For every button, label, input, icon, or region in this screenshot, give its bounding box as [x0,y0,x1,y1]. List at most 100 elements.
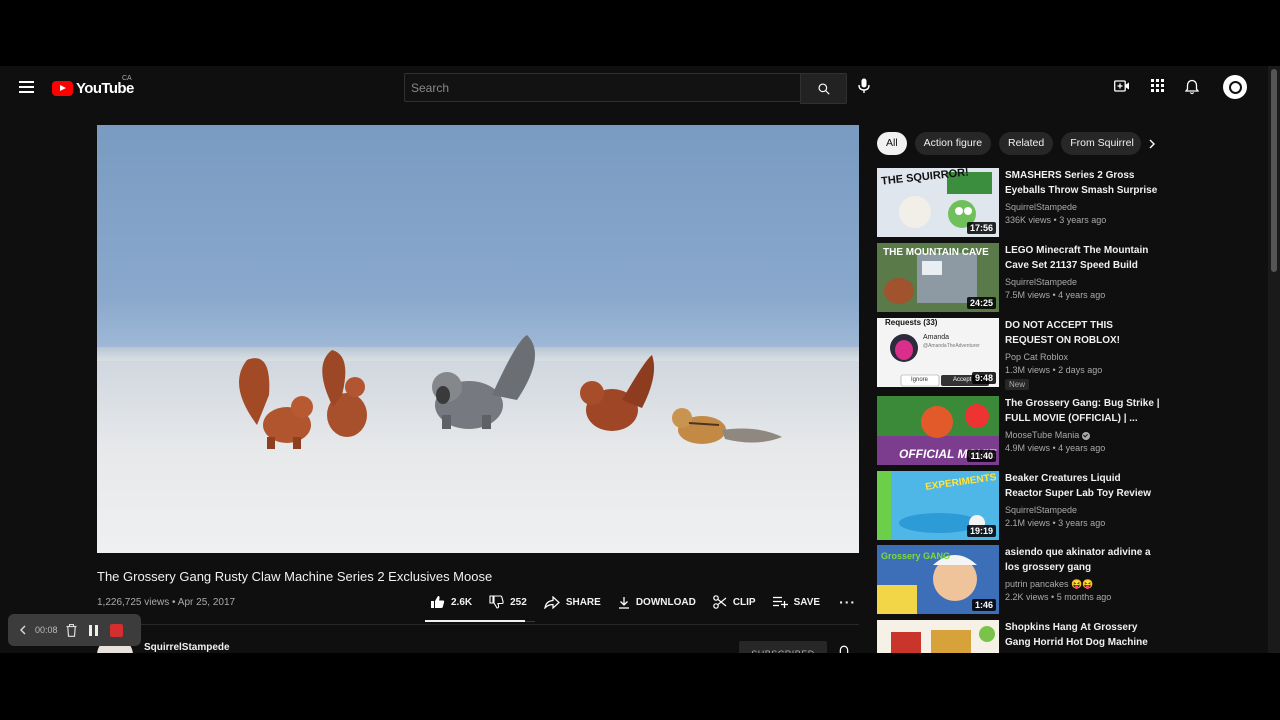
recording-time: 00:08 [35,625,58,635]
create-button[interactable] [1114,79,1130,98]
video-thumbnail[interactable] [877,620,999,653]
thumbnail-art [877,620,999,653]
thumbs-down-icon [489,595,504,609]
rec-channel[interactable]: SquirrelStampede [1005,202,1077,212]
video-thumbnail[interactable]: EXPERIMENTS 19:19 [877,471,999,540]
thumbnail-text: THE MOUNTAIN CAVE [883,247,989,258]
youtube-logo[interactable]: YouTube CA [52,75,134,98]
like-button[interactable]: 2.6K [430,595,472,609]
search-icon [817,82,830,95]
trash-icon[interactable] [66,623,77,637]
rec-views: 2.2K views [1005,592,1049,602]
chevron-left-icon[interactable] [20,625,26,635]
rec-age: 4 years ago [1058,443,1106,453]
page-scrollbar[interactable] [1268,66,1280,653]
sentiment-bar [425,620,535,622]
voice-search-button[interactable] [858,78,870,99]
rec-views: 7.5M views [1005,290,1051,300]
video-actions: 2.6K 252 SHARE DOWNLOAD CLIP SAVE ··· [430,594,856,610]
share-button[interactable]: SHARE [544,595,601,609]
divider [97,624,859,625]
pause-icon[interactable] [88,624,98,636]
video-meta: 1,226,725 views • Apr 25, 2017 [97,597,236,608]
youtube-app: YouTube CA Search The Grossery Gang Rust… [0,66,1280,653]
video-duration: 1:46 [971,599,996,611]
rec-stats: 336K views • 3 years ago [1005,215,1107,225]
screen-recorder-toolbar: 00:08 [8,614,141,646]
rec-views: 1.3M views [1005,365,1051,375]
bell-icon [1184,79,1200,95]
clip-button[interactable]: CLIP [713,595,756,609]
download-button[interactable]: DOWNLOAD [618,596,696,609]
rec-age: 3 years ago [1058,518,1106,528]
download-label: DOWNLOAD [635,596,696,608]
video-thumbnail[interactable]: Grossery GANG 1:46 [877,545,999,614]
dislike-button[interactable]: 252 [489,595,527,609]
account-avatar[interactable] [1223,75,1247,99]
rec-channel[interactable]: SquirrelStampede [1005,505,1077,515]
video-duration: 9:48 [971,372,996,384]
dislike-count: 252 [510,596,527,608]
save-button[interactable]: SAVE [772,596,820,608]
chip-action-figure[interactable]: Action figure [914,132,992,155]
rec-item[interactable]: EXPERIMENTS 19:19 Beaker Creatures Liqui… [877,471,1167,541]
rec-title[interactable]: SMASHERS Series 2 Gross Eyeballs Throw S… [1005,168,1160,198]
youtube-play-icon [52,80,73,96]
menu-icon[interactable] [19,81,34,93]
rec-title[interactable]: Beaker Creatures Liquid Reactor Super La… [1005,471,1160,501]
rec-title[interactable]: LEGO Minecraft The Mountain Cave Set 211… [1005,243,1160,273]
video-thumbnail[interactable]: OFFICIAL MOVIE 11:40 [877,396,999,465]
video-thumbnail[interactable]: Requests (33) Amanda @AmandaTheAdventure… [877,318,999,387]
search-button[interactable] [800,73,847,104]
chip-from-squirrel[interactable]: From Squirrel [1061,132,1142,155]
avatar-ring [1228,80,1242,94]
rec-item[interactable]: Grossery GANG 1:46 asiendo que akinator … [877,545,1167,615]
thumbnail-handle: @AmandaTheAdventurer [923,343,980,349]
rec-channel[interactable]: Pop Cat Roblox [1005,352,1068,362]
search-input[interactable] [404,73,800,102]
thumbnail-ignore: Ignore [911,377,929,383]
video-thumbnail[interactable]: THE MOUNTAIN CAVE 24:25 [877,243,999,312]
filter-chips: All Action figure Related From Squirrel [877,132,1149,155]
share-icon [544,595,560,609]
rec-age: 2 days ago [1058,365,1103,375]
rec-item[interactable]: OFFICIAL MOVIE 11:40 The Grossery Gang: … [877,396,1167,466]
playlist-add-icon [772,596,788,608]
chip-all[interactable]: All [877,132,907,155]
subscribe-button[interactable]: SUBSCRIBED [739,641,827,653]
chips-next-button[interactable] [1148,137,1156,155]
search-box [404,73,847,104]
channel-name[interactable]: SquirrelStampede [144,642,230,653]
chip-related[interactable]: Related [999,132,1054,155]
rec-title[interactable]: The Grossery Gang: Bug Strike | FULL MOV… [1005,396,1160,426]
rec-item[interactable]: THE MOUNTAIN CAVE 24:25 LEGO Minecraft T… [877,243,1167,313]
rec-item[interactable]: THE SQUIRROR! 17:56 SMASHERS Series 2 Gr… [877,168,1167,238]
clip-label: CLIP [732,596,756,608]
video-player[interactable] [97,125,859,553]
rec-age: 3 years ago [1059,215,1107,225]
rec-title[interactable]: Shopkins Hang At Grossery Gang Horrid Ho… [1005,620,1160,650]
rec-item[interactable]: Shopkins Hang At Grossery Gang Horrid Ho… [877,620,1167,653]
channel-notification-button[interactable] [838,645,850,653]
verified-icon [1082,431,1091,440]
new-badge: New [1005,379,1030,390]
rec-title[interactable]: asiendo que akinator adivine a los gross… [1005,545,1160,575]
thumbs-up-icon [431,596,445,608]
rec-item[interactable]: Requests (33) Amanda @AmandaTheAdventure… [877,318,1167,390]
thumbnail-text: Grossery GANG [881,551,951,561]
view-count: 1,226,725 views [97,597,170,608]
apps-button[interactable] [1151,79,1164,97]
rec-channel[interactable]: putrin pancakes 😝😝 [1005,579,1093,590]
more-actions-button[interactable]: ··· [839,594,856,610]
scrollbar-thumb[interactable] [1271,69,1277,272]
rec-stats: 7.5M views • 4 years ago [1005,290,1106,300]
video-duration: 24:25 [966,297,996,309]
notifications-button[interactable] [1184,79,1200,100]
rec-channel[interactable]: SquirrelStampede [1005,277,1077,287]
rec-channel-row[interactable]: MooseTube Mania [1005,430,1091,440]
rec-title[interactable]: DO NOT ACCEPT THIS REQUEST ON ROBLOX! [1005,318,1160,348]
video-thumbnail[interactable]: THE SQUIRROR! 17:56 [877,168,999,237]
masthead: YouTube CA [0,66,1268,108]
rec-views: 2.1M views [1005,518,1051,528]
stop-recording-button[interactable] [109,623,123,637]
